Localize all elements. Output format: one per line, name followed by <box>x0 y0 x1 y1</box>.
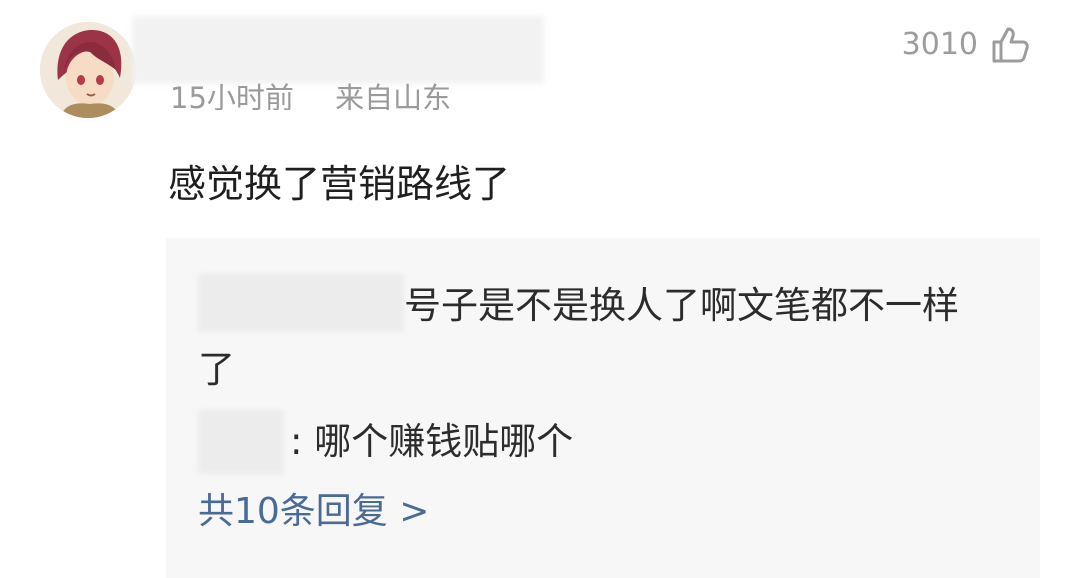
thumbs-up-icon <box>992 27 1029 63</box>
avatar[interactable] <box>40 22 136 118</box>
reply-item[interactable]: : 哪个赚钱贴哪个 <box>198 410 573 474</box>
comment-time: 15小时前 <box>170 81 294 110</box>
like-button[interactable]: 3010 <box>902 22 1030 68</box>
comment-location: 来自山东 <box>335 81 452 110</box>
username-redacted <box>132 16 544 84</box>
comment-meta: 15小时前 来自山东 <box>170 80 451 110</box>
reply-preview-box[interactable]: 号子是不是换人了啊文笔都不一样了 : 哪个赚钱贴哪个 共10条回复 > <box>166 238 1040 578</box>
like-count: 3010 <box>901 27 978 62</box>
avatar-image <box>40 22 136 118</box>
reply-text: 哪个赚钱贴哪个 <box>302 420 574 463</box>
reply-item[interactable]: 号子是不是换人了啊文笔都不一样了 <box>198 274 988 402</box>
reply-separator: : <box>290 420 303 463</box>
view-all-replies-link[interactable]: 共10条回复 > <box>198 484 429 540</box>
reply-username-redacted <box>198 274 404 332</box>
reply-username-redacted <box>198 410 284 474</box>
comment-text: 感觉换了营销路线了 <box>168 162 511 206</box>
